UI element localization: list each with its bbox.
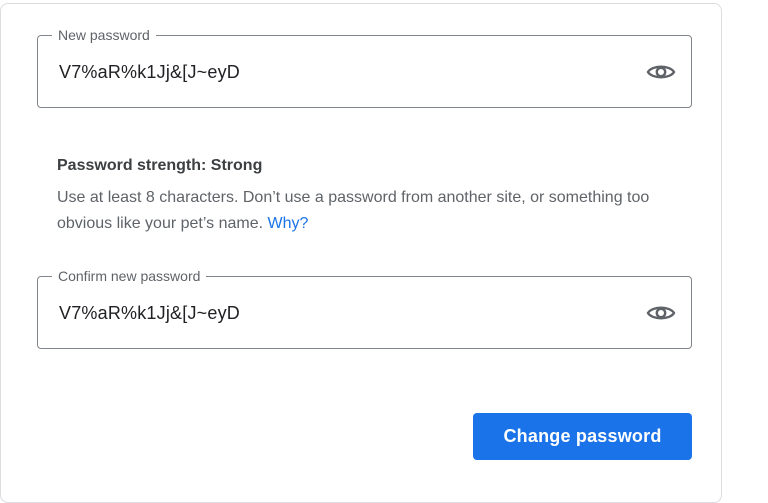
why-link[interactable]: Why? [268,215,309,232]
confirm-password-field[interactable]: Confirm new password V7%aR%k1Jj&[J~eyD [37,267,692,349]
password-strength-title: Password strength: Strong [57,157,263,174]
change-password-button[interactable]: Change password [473,413,692,460]
new-password-field[interactable]: New password V7%aR%k1Jj&[J~eyD [37,26,692,108]
password-hint: Use at least 8 characters. Don’t use a p… [57,185,667,237]
new-password-value[interactable]: V7%aR%k1Jj&[J~eyD [59,60,240,84]
password-hint-text: Use at least 8 characters. Don’t use a p… [57,189,650,232]
confirm-password-label: Confirm new password [52,267,207,285]
new-password-label: New password [52,26,156,44]
eye-icon[interactable] [645,299,677,327]
confirm-password-value[interactable]: V7%aR%k1Jj&[J~eyD [59,301,240,325]
eye-icon[interactable] [645,58,677,86]
